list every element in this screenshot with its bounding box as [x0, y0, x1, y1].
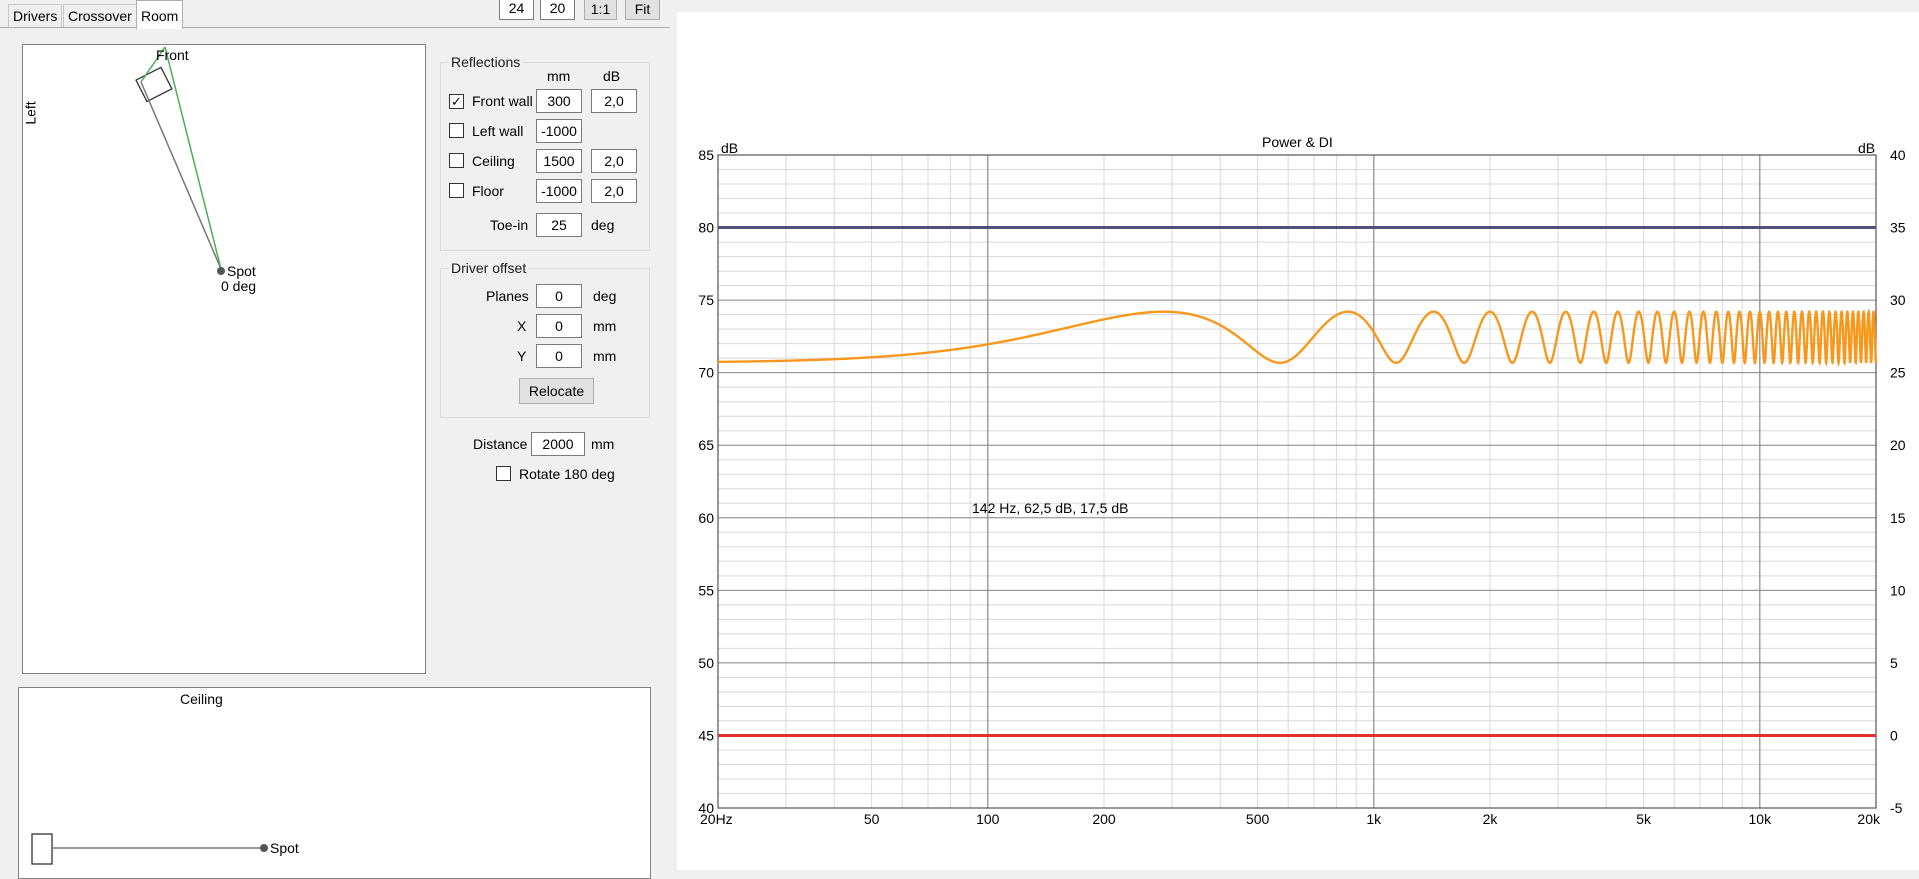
- tab-crossover[interactable]: Crossover: [63, 4, 137, 28]
- planes-label: Planes: [486, 288, 529, 304]
- front-wall-checkbox[interactable]: ✓: [449, 94, 464, 109]
- front-wall-mm-input[interactable]: [536, 89, 582, 113]
- ceiling-mm-input[interactable]: [536, 149, 582, 173]
- left-wall-label: Left: [22, 101, 39, 125]
- rotate-checkbox[interactable]: [496, 466, 511, 481]
- speaker-side-box[interactable]: [31, 833, 53, 865]
- front-wall-label: Front wall: [472, 93, 533, 109]
- fit-button[interactable]: Fit: [625, 0, 660, 20]
- x-offset-label: X: [517, 318, 527, 334]
- left-wall-mm-input[interactable]: [536, 119, 582, 143]
- y-offset-label: Y: [517, 348, 527, 364]
- chart-title: Power & DI: [1262, 134, 1333, 150]
- ceiling-db-input[interactable]: [591, 149, 637, 173]
- spot-label: Spot: [227, 263, 256, 279]
- spot-angle-label: 0 deg: [221, 278, 257, 294]
- x-offset-unit: mm: [593, 318, 617, 334]
- floor-db-input[interactable]: [591, 179, 637, 203]
- y-offset-input[interactable]: [536, 344, 582, 368]
- distance-unit: mm: [591, 436, 615, 452]
- y-offset-unit: mm: [593, 348, 617, 364]
- distance-input[interactable]: [531, 432, 585, 456]
- tab-strip-border: [0, 27, 670, 28]
- planes-input[interactable]: [536, 284, 582, 308]
- left-wall-checkbox[interactable]: [449, 123, 464, 138]
- room-top-view-canvas: [135, 46, 225, 275]
- floor-checkbox[interactable]: [449, 183, 464, 198]
- toe-in-label: Toe-in: [490, 217, 529, 233]
- toe-in-input[interactable]: [536, 213, 582, 237]
- floor-label: Floor: [472, 183, 504, 199]
- y-left-axis-label: dB: [721, 140, 739, 156]
- toe-in-unit: deg: [591, 217, 615, 233]
- one-to-one-button[interactable]: 1:1: [584, 0, 617, 20]
- side-spot-dot[interactable]: [260, 844, 268, 852]
- plan-height-input[interactable]: [540, 0, 575, 20]
- planes-unit: deg: [593, 288, 617, 304]
- rotate-label: Rotate 180 deg: [519, 466, 615, 482]
- listening-spot-dot[interactable]: [217, 267, 225, 275]
- front-wall-label: Front: [156, 47, 189, 63]
- side-spot-label: Spot: [270, 840, 299, 856]
- room-side-view-canvas: [31, 833, 268, 865]
- plan-width-input[interactable]: [499, 0, 534, 20]
- relocate-button[interactable]: Relocate: [519, 378, 594, 404]
- ceiling-reflection-label: Ceiling: [472, 153, 515, 169]
- left-wall-label: Left wall: [472, 123, 524, 139]
- db-column-header: dB: [603, 68, 621, 84]
- x-offset-input[interactable]: [536, 314, 582, 338]
- room-top-view[interactable]: Front Left Spot 0 deg: [22, 44, 426, 674]
- mm-column-header: mm: [547, 68, 571, 84]
- room-side-view[interactable]: Ceiling Spot: [18, 687, 651, 879]
- tab-drivers[interactable]: Drivers: [8, 4, 63, 28]
- distance-label: Distance: [473, 436, 528, 452]
- reflections-title: Reflections: [449, 54, 523, 70]
- y-right-axis-label: dB: [1858, 140, 1876, 156]
- front-wall-db-input[interactable]: [591, 89, 637, 113]
- cursor-annotation: 142 Hz, 62,5 dB, 17,5 dB: [972, 500, 1129, 516]
- driver-offset-title: Driver offset: [449, 260, 529, 276]
- tab-room[interactable]: Room: [136, 0, 184, 29]
- floor-mm-input[interactable]: [536, 179, 582, 203]
- ceiling-checkbox[interactable]: [449, 153, 464, 168]
